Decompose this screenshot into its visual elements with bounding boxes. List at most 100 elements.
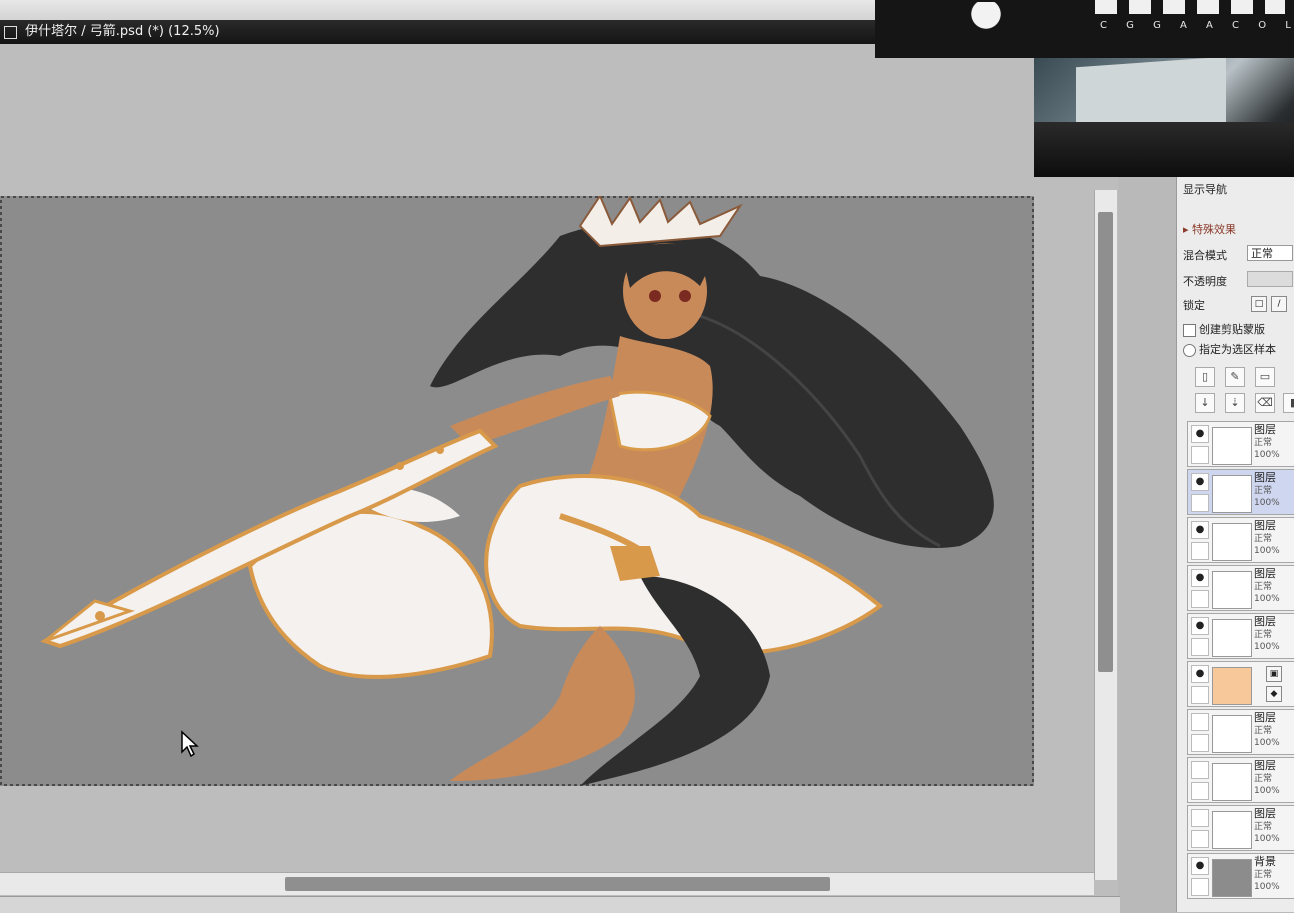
delete-layer-icon[interactable]: ▮ — [1283, 393, 1294, 413]
layer-row[interactable]: ● 图层 正常 100% — [1187, 613, 1294, 659]
folder-color-icon[interactable]: ◆ — [1266, 686, 1282, 702]
layer-row[interactable]: ● 图层 正常 100% — [1187, 565, 1294, 611]
selection-source-label: 指定为选区样本 — [1199, 343, 1276, 356]
blend-mode-select[interactable]: 正常 — [1247, 245, 1293, 261]
status-bar — [0, 896, 1120, 913]
webcam-overlay — [1034, 58, 1294, 177]
vertical-scrollbar[interactable] — [1094, 190, 1117, 880]
layer-lock-toggle[interactable] — [1191, 830, 1209, 848]
selection-source-radio[interactable] — [1183, 343, 1196, 357]
lock-brush-icon[interactable]: / — [1271, 296, 1287, 312]
layer-opacity: 100% — [1254, 882, 1280, 892]
brand-logo-icon — [955, 2, 1017, 32]
new-folder-icon[interactable]: ▭ — [1255, 367, 1275, 387]
opacity-label: 不透明度 — [1183, 275, 1227, 288]
vertical-scroll-thumb[interactable] — [1098, 212, 1113, 672]
layer-thumbnail — [1212, 475, 1252, 513]
layer-lock-toggle[interactable] — [1191, 446, 1209, 464]
webcam-desk — [1034, 122, 1294, 177]
layer-name: 图层 — [1254, 567, 1276, 580]
visibility-eye-icon[interactable]: ● — [1191, 521, 1209, 539]
horizontal-scroll-thumb[interactable] — [285, 877, 830, 891]
transfer-down-icon[interactable]: ↓ — [1195, 393, 1215, 413]
new-layer-icon[interactable]: ▯ — [1195, 367, 1215, 387]
layer-row[interactable]: ● 图层 正常 100% — [1187, 517, 1294, 563]
layer-name: 图层 — [1254, 807, 1276, 820]
layer-mode: 正常 — [1254, 486, 1273, 496]
app-menu-strip — [0, 0, 875, 21]
layer-opacity: 100% — [1254, 498, 1280, 508]
document-icon — [4, 25, 17, 39]
layer-lock-toggle[interactable] — [1191, 782, 1209, 800]
background-layer-row[interactable]: ● 背景 正常 100% — [1187, 853, 1294, 899]
visibility-toggle-off[interactable] — [1191, 761, 1209, 779]
merge-down-icon[interactable]: ⇣ — [1225, 393, 1245, 413]
layer-mode: 正常 — [1254, 534, 1273, 544]
layer-lock-toggle[interactable] — [1191, 542, 1209, 560]
stream-logo-banner: C G G A A C O L L E S — [875, 0, 1294, 58]
layer-mode: 正常 — [1254, 582, 1273, 592]
layer-row[interactable]: 图层 正常 100% — [1187, 757, 1294, 803]
effects-section-title[interactable]: ▸ 特殊效果 — [1183, 221, 1236, 237]
lock-pixels-icon[interactable]: □ — [1251, 296, 1267, 312]
layer-opacity: 100% — [1254, 450, 1280, 460]
opacity-slider[interactable] — [1247, 271, 1293, 287]
layer-lock-toggle[interactable] — [1191, 638, 1209, 656]
layer-lock-toggle[interactable] — [1191, 686, 1209, 704]
layer-mode: 正常 — [1254, 726, 1273, 736]
folder-mask-icon[interactable]: ▣ — [1266, 666, 1282, 682]
layer-thumbnail — [1212, 523, 1252, 561]
visibility-toggle-off[interactable] — [1191, 809, 1209, 827]
navigator-header[interactable]: 显示导航 — [1183, 181, 1227, 197]
layer-opacity: 100% — [1254, 834, 1280, 844]
layer-opacity: 100% — [1254, 594, 1280, 604]
pen-edit-icon[interactable] — [1191, 494, 1209, 512]
layer-opacity: 100% — [1254, 786, 1280, 796]
document-canvas[interactable] — [0, 196, 1034, 786]
layer-opacity: 100% — [1254, 642, 1280, 652]
layer-name: 图层 — [1254, 519, 1276, 532]
visibility-eye-icon[interactable]: ● — [1191, 617, 1209, 635]
visibility-eye-icon[interactable]: ● — [1191, 857, 1209, 875]
layer-row[interactable]: 图层 正常 100% — [1187, 709, 1294, 755]
layer-thumbnail — [1212, 811, 1252, 849]
layer-name: 图层 — [1254, 759, 1276, 772]
layer-lock-toggle[interactable] — [1191, 878, 1209, 896]
horizontal-scrollbar[interactable] — [0, 872, 1094, 895]
layer-lock-toggle[interactable] — [1191, 590, 1209, 608]
blend-mode-label: 混合模式 — [1183, 249, 1227, 262]
visibility-eye-icon[interactable]: ● — [1191, 425, 1209, 443]
mouse-pointer-icon — [181, 730, 199, 758]
layer-folder-row[interactable]: ● ▣ ◆ — [1187, 661, 1294, 707]
visibility-eye-icon[interactable]: ● — [1191, 665, 1209, 683]
layer-thumbnail — [1212, 763, 1252, 801]
layer-mode: 正常 — [1254, 870, 1273, 880]
layer-name: 背景 — [1254, 855, 1276, 868]
clip-mask-checkbox[interactable] — [1183, 323, 1196, 337]
visibility-eye-icon[interactable]: ● — [1191, 473, 1209, 491]
layer-lock-toggle[interactable] — [1191, 734, 1209, 752]
new-vector-layer-icon[interactable]: ✎ — [1225, 367, 1245, 387]
visibility-toggle-off[interactable] — [1191, 713, 1209, 731]
layer-opacity: 100% — [1254, 738, 1280, 748]
document-title-bar[interactable]: 伊什塔尔 / 弓箭.psd (*) (12.5%) — [0, 20, 875, 44]
lock-label: 锁定 — [1183, 299, 1205, 312]
visibility-eye-icon[interactable]: ● — [1191, 569, 1209, 587]
layer-row[interactable]: ● 图层 正常 100% — [1187, 421, 1294, 467]
layer-thumbnail — [1212, 571, 1252, 609]
layer-name: 图层 — [1254, 711, 1276, 724]
layer-name: 图层 — [1254, 423, 1276, 436]
layer-mode: 正常 — [1254, 438, 1273, 448]
layer-mode: 正常 — [1254, 630, 1273, 640]
layer-thumbnail — [1212, 715, 1252, 753]
clear-layer-icon[interactable]: ⌫ — [1255, 393, 1275, 413]
layer-name: 图层 — [1254, 471, 1276, 484]
layer-name: 图层 — [1254, 615, 1276, 628]
layer-mode: 正常 — [1254, 774, 1273, 784]
layer-thumbnail — [1212, 619, 1252, 657]
clip-mask-label: 创建剪贴蒙版 — [1199, 323, 1265, 336]
layer-row[interactable]: 图层 正常 100% — [1187, 805, 1294, 851]
layer-thumbnail — [1212, 427, 1252, 465]
layer-row-selected[interactable]: ● 图层 正常 100% — [1187, 469, 1294, 515]
layer-thumbnail — [1212, 859, 1252, 897]
